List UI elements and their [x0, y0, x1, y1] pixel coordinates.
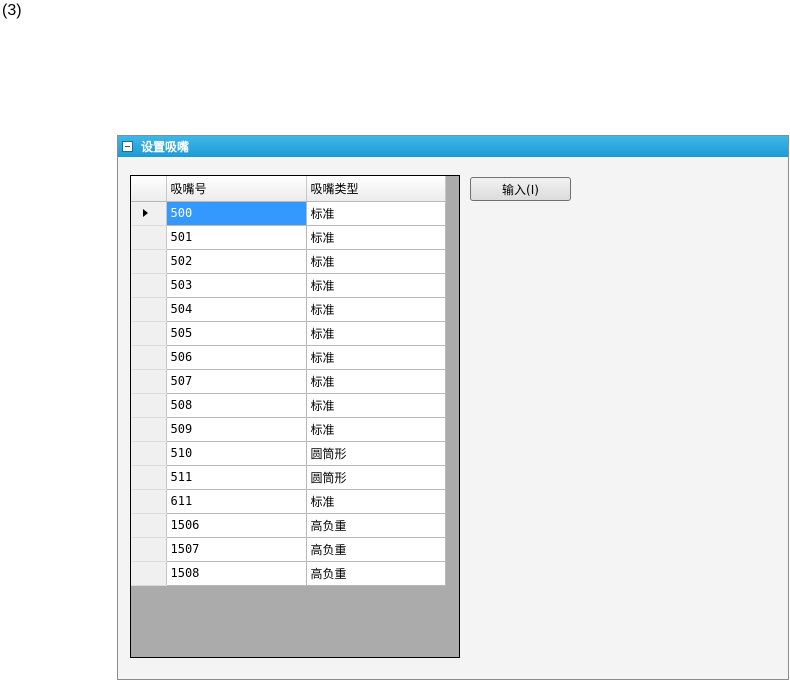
nozzle-type-cell[interactable]: 标准 [306, 201, 446, 226]
table-row[interactable]: 500 标准 [131, 201, 446, 226]
nozzle-type-cell[interactable]: 标准 [306, 225, 446, 250]
row-header[interactable] [131, 561, 167, 586]
nozzle-type-cell[interactable]: 标准 [306, 321, 446, 346]
row-header[interactable] [131, 369, 167, 394]
nozzle-number-cell[interactable]: 506 [166, 345, 307, 370]
nozzle-number-cell[interactable]: 1506 [166, 513, 307, 538]
input-button[interactable]: 输入(I) [470, 177, 571, 201]
row-header[interactable] [131, 201, 167, 226]
table-row[interactable]: 509 标准 [131, 417, 446, 442]
nozzle-number-cell[interactable]: 508 [166, 393, 307, 418]
row-header[interactable] [131, 489, 167, 514]
nozzle-type-cell[interactable]: 标准 [306, 297, 446, 322]
table-row[interactable]: 1508 高负重 [131, 561, 446, 586]
nozzle-type-cell[interactable]: 标准 [306, 417, 446, 442]
nozzle-type-cell[interactable]: 高负重 [306, 513, 446, 538]
grid-corner-cell[interactable] [131, 176, 167, 202]
nozzle-type-cell[interactable]: 标准 [306, 249, 446, 274]
table-row[interactable]: 504 标准 [131, 297, 446, 322]
table-row[interactable]: 502 标准 [131, 249, 446, 274]
table-row[interactable]: 510 圆筒形 [131, 441, 446, 466]
nozzle-type-cell[interactable]: 标准 [306, 345, 446, 370]
row-header[interactable] [131, 537, 167, 562]
row-header[interactable] [131, 225, 167, 250]
nozzle-type-cell[interactable]: 圆筒形 [306, 465, 446, 490]
nozzle-number-cell[interactable]: 511 [166, 465, 307, 490]
table-row[interactable]: 508 标准 [131, 393, 446, 418]
row-header[interactable] [131, 249, 167, 274]
row-header[interactable] [131, 513, 167, 538]
nozzle-number-cell[interactable]: 502 [166, 249, 307, 274]
row-header[interactable] [131, 345, 167, 370]
row-header[interactable] [131, 297, 167, 322]
nozzle-number-cell[interactable]: 611 [166, 489, 307, 514]
column-header-nozzle-number[interactable]: 吸嘴号 [166, 176, 307, 202]
row-header[interactable] [131, 465, 167, 490]
nozzle-type-cell[interactable]: 标准 [306, 273, 446, 298]
nozzle-data-grid[interactable]: 吸嘴号 吸嘴类型 500 标准 501 标准 502 标准 503 标准 504 标准 505 标准 5… [130, 175, 460, 658]
nozzle-number-cell[interactable]: 510 [166, 441, 307, 466]
nozzle-number-cell[interactable]: 1507 [166, 537, 307, 562]
table-row[interactable]: 501 标准 [131, 225, 446, 250]
nozzle-number-cell[interactable]: 500 [166, 201, 307, 226]
row-header[interactable] [131, 417, 167, 442]
column-header-nozzle-type[interactable]: 吸嘴类型 [306, 176, 446, 202]
table-row[interactable]: 506 标准 [131, 345, 446, 370]
collapse-icon[interactable] [122, 141, 133, 152]
nozzle-number-cell[interactable]: 1508 [166, 561, 307, 586]
table-row[interactable]: 611 标准 [131, 489, 446, 514]
row-header[interactable] [131, 441, 167, 466]
panel-header: 设置吸嘴 [118, 136, 788, 157]
table-row[interactable]: 503 标准 [131, 273, 446, 298]
nozzle-number-cell[interactable]: 501 [166, 225, 307, 250]
table-row[interactable]: 1507 高负重 [131, 537, 446, 562]
nozzle-number-cell[interactable]: 504 [166, 297, 307, 322]
nozzle-number-cell[interactable]: 507 [166, 369, 307, 394]
nozzle-number-cell[interactable]: 505 [166, 321, 307, 346]
nozzle-type-cell[interactable]: 标准 [306, 489, 446, 514]
row-header[interactable] [131, 393, 167, 418]
nozzle-type-cell[interactable]: 标准 [306, 369, 446, 394]
nozzle-type-cell[interactable]: 高负重 [306, 561, 446, 586]
nozzle-type-cell[interactable]: 标准 [306, 393, 446, 418]
nozzle-number-cell[interactable]: 509 [166, 417, 307, 442]
table-row[interactable]: 505 标准 [131, 321, 446, 346]
table-row[interactable]: 1506 高负重 [131, 513, 446, 538]
nozzle-settings-panel: 设置吸嘴 吸嘴号 吸嘴类型 500 标准 501 标准 502 标准 503 标准 504 标准 5… [117, 135, 789, 680]
current-row-arrow-icon [143, 209, 148, 217]
nozzle-type-cell[interactable]: 圆筒形 [306, 441, 446, 466]
figure-label: (3) [2, 2, 22, 19]
table-row[interactable]: 511 圆筒形 [131, 465, 446, 490]
row-header[interactable] [131, 321, 167, 346]
nozzle-number-cell[interactable]: 503 [166, 273, 307, 298]
panel-title: 设置吸嘴 [141, 140, 190, 154]
nozzle-type-cell[interactable]: 高负重 [306, 537, 446, 562]
grid-header-row: 吸嘴号 吸嘴类型 [131, 176, 446, 202]
row-header[interactable] [131, 273, 167, 298]
table-row[interactable]: 507 标准 [131, 369, 446, 394]
